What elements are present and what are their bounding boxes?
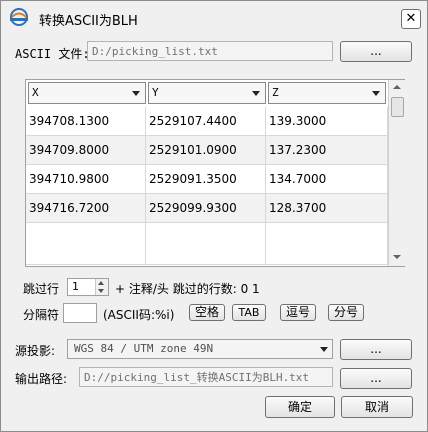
separator-label: 分隔符	[23, 308, 60, 322]
skip-rows-stepper[interactable]: 1	[67, 278, 109, 296]
table-cell[interactable]: 394710.9800	[26, 165, 146, 193]
table-cell[interactable]: 137.2300	[266, 136, 388, 164]
skip-rows-value[interactable]: 1	[72, 279, 79, 295]
vertical-scrollbar[interactable]	[388, 80, 405, 266]
scrollbar-thumb[interactable]	[391, 97, 404, 117]
app-logo-icon	[10, 8, 28, 26]
column-header-y[interactable]: Y	[148, 82, 266, 104]
chevron-down-icon[interactable]	[252, 91, 260, 96]
dialog-window: 转换ASCII为BLH ✕ ASCII 文件: D:/picking_list.…	[0, 0, 428, 432]
ascii-file-path-field[interactable]: D:/picking_list.txt	[87, 41, 333, 61]
ascii-file-label: ASCII 文件:	[15, 47, 90, 61]
table-cell[interactable]: 2529101.0900	[146, 136, 266, 164]
table-row[interactable]	[26, 223, 388, 265]
table-row[interactable]: 394709.8000 2529101.0900 137.2300	[26, 136, 388, 165]
comma-button[interactable]: 逗号	[280, 304, 316, 321]
table-cell[interactable]	[26, 223, 146, 265]
table-row[interactable]: 394716.7200 2529099.9300 128.3700	[26, 194, 388, 223]
table-cell[interactable]	[266, 223, 388, 265]
close-icon: ✕	[405, 11, 417, 26]
output-path-label: 输出路径:	[15, 372, 68, 386]
table-cell[interactable]: 139.3000	[266, 107, 388, 135]
table-cell[interactable]	[146, 223, 266, 265]
separator-input[interactable]	[63, 303, 97, 323]
stepper-up-icon[interactable]	[98, 281, 104, 285]
output-path-field[interactable]: D://picking_list_转换ASCII为BLH.txt	[79, 367, 333, 387]
chevron-down-icon[interactable]	[132, 91, 140, 96]
ascii-file-browse-button[interactable]: ...	[340, 41, 412, 62]
scroll-up-icon[interactable]	[393, 85, 401, 89]
stepper-down-icon[interactable]	[98, 289, 104, 293]
chevron-down-icon[interactable]	[320, 347, 328, 352]
column-header-label: Y	[152, 86, 159, 99]
close-button[interactable]: ✕	[401, 9, 421, 29]
column-header-z[interactable]: Z	[268, 82, 386, 104]
table-cell[interactable]: 394708.1300	[26, 107, 146, 135]
ok-button[interactable]: 确定	[265, 396, 335, 418]
table-cell[interactable]: 394716.7200	[26, 194, 146, 222]
window-title: 转换ASCII为BLH	[39, 14, 138, 29]
column-header-label: X	[32, 86, 39, 99]
table-cell[interactable]: 2529107.4400	[146, 107, 266, 135]
column-header-x[interactable]: X	[28, 82, 146, 104]
source-projection-value: WGS 84 / UTM zone 49N	[74, 342, 214, 355]
skipped-lines-info: + 注释/头 跳过的行数: 0 1	[115, 282, 260, 296]
title-bar: 转换ASCII为BLH ✕	[1, 1, 427, 35]
skip-rows-label: 跳过行	[23, 282, 60, 296]
tab-button[interactable]: TAB	[232, 304, 266, 321]
table-cell[interactable]: 2529091.3500	[146, 165, 266, 193]
data-grid[interactable]: X Y Z 394708.1300 2529107.4400 139.3000 …	[25, 79, 405, 267]
stepper-buttons[interactable]	[95, 279, 108, 295]
space-button[interactable]: 空格	[189, 304, 225, 321]
source-projection-label: 源投影:	[15, 344, 56, 358]
table-cell[interactable]: 128.3700	[266, 194, 388, 222]
projection-browse-button[interactable]: ...	[340, 339, 412, 360]
table-cell[interactable]: 394709.8000	[26, 136, 146, 164]
semicolon-button[interactable]: 分号	[328, 304, 364, 321]
table-row[interactable]: 394708.1300 2529107.4400 139.3000	[26, 107, 388, 136]
cancel-button[interactable]: 取消	[341, 396, 413, 418]
table-cell[interactable]: 134.7000	[266, 165, 388, 193]
source-projection-select[interactable]: WGS 84 / UTM zone 49N	[67, 339, 333, 359]
table-cell[interactable]: 2529099.9300	[146, 194, 266, 222]
ascii-code-label: (ASCII码:%i)	[103, 308, 175, 322]
chevron-down-icon[interactable]	[372, 91, 380, 96]
output-path-browse-button[interactable]: ...	[340, 368, 412, 389]
scroll-down-icon[interactable]	[393, 255, 401, 259]
table-row[interactable]: 394710.9800 2529091.3500 134.7000	[26, 165, 388, 194]
column-header-label: Z	[272, 86, 279, 99]
